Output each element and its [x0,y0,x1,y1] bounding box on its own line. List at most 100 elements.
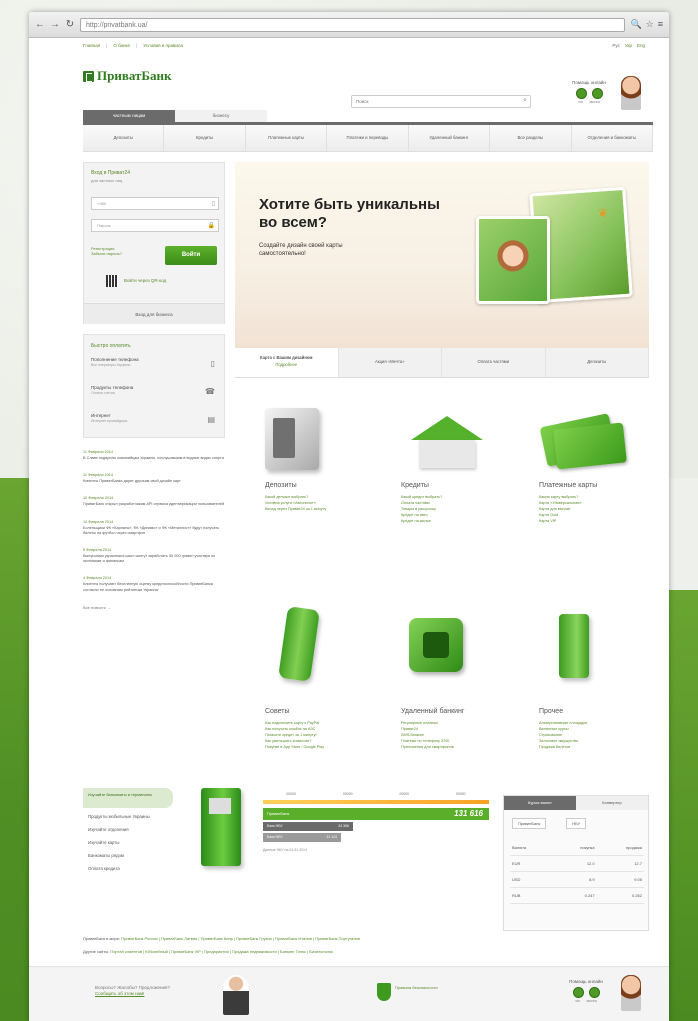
product-link[interactable]: Продажа билетов [539,744,649,750]
consultant-avatar[interactable] [621,76,641,110]
lang-ru[interactable]: Рус [612,43,619,48]
menu-icon[interactable]: ≡ [658,19,663,30]
table-header: Валюта покупка продажа [510,840,644,856]
atm-link[interactable]: Продукты мобильные Украины [88,814,150,819]
safe-icon[interactable] [265,408,319,470]
nav-item-deposits[interactable]: Депозиты [83,125,165,151]
top-link-home[interactable]: Главная [83,43,100,48]
chat-icon[interactable] [572,987,584,998]
nav-item-cards[interactable]: Платежные карты [246,125,328,151]
tab-business[interactable]: бизнесу [175,110,267,122]
product-link[interactable]: Покупки в App Store / Google Play [265,744,375,750]
news-item[interactable]: 10 Февраля 2014 ПриватБанк открыл разраб… [83,496,225,507]
browser-window: ← → ↻ http://privatbank.ua/ 🔍 ☆ ≡ Главна… [29,12,669,1021]
shield-icon[interactable] [377,983,391,1001]
quick-pay-item[interactable]: Пополнение телефона Все операторы Украин… [91,357,219,381]
product-link[interactable]: Кредит на жилье [401,518,511,524]
banner-tab-more-link[interactable]: Подробнее [235,362,338,367]
nav-item-payments[interactable]: Платежи и переводы [327,125,409,151]
banner-tab-promo[interactable]: Акция «Мечта» [339,348,442,377]
login-button[interactable]: Войти [165,246,217,265]
password-field[interactable]: Пароль 🔒 [91,219,219,232]
nav-item-branches[interactable]: Отделения и банкоматы [572,125,653,151]
news-text: Выпускники украинских школ смогут зарабо… [83,554,216,564]
forward-icon[interactable]: → [50,19,60,30]
product-link[interactable]: Вклад через Приват24 за 1 минуту [265,506,375,512]
search-input[interactable] [352,96,512,107]
all-news-link[interactable]: Все новости → [83,605,225,610]
quick-pay-item[interactable]: Продукты телефона Оплата счетов ☎ [91,385,219,409]
security-rules-link[interactable]: Правила безопасности [395,985,438,990]
mobile-icon: ▯ [210,359,215,368]
rating-bar: Банк НБУ 24 306 [263,822,353,831]
tab-converter[interactable]: Конвертер [576,796,648,810]
quick-pay-item[interactable]: Интернет Интернет-провайдеры ▤ [91,413,219,437]
news-date: 11 Февраля 2014 [83,473,114,478]
terminal-icon[interactable] [409,618,463,672]
forgot-password-link[interactable]: Регистрация Забыли пароль? [91,246,129,256]
currency-code: USD [510,871,553,888]
qr-login-link[interactable]: Войти через QR-код [124,278,166,283]
footer-links-sites[interactable]: Портал клиентов | Юбилейный | ПриватБанк… [110,949,333,954]
banner-tab-custom-card[interactable]: Карта с Вашим дизайном Подробнее [235,348,339,377]
logo[interactable]: ПриватБанк [83,68,171,84]
lang-en[interactable]: Eng [637,43,645,48]
footer-links-world[interactable]: ПриватБанк Россия | ПриватБанк Латвия | … [121,936,360,941]
product-title[interactable]: Кредиты [401,482,511,489]
tab-rates[interactable]: Курсы валют [504,796,576,810]
news-text: В Славе подарили олимпийцам Украины, пос… [83,456,224,460]
consultant-avatar[interactable] [621,975,641,1011]
top-link-about[interactable]: О банке [113,43,130,48]
nav-item-credits[interactable]: Кредиты [164,125,246,151]
table-row: EUR 12.0 12.7 [510,855,644,872]
news-item[interactable]: 11 Февраля 2014 Клиенты ПриватБанка даря… [83,473,225,484]
phone-icon[interactable] [588,987,600,998]
wallet-icon[interactable] [278,606,320,682]
news-item[interactable]: 10 Февраля 2014 Болельщики ФК «Карпаты»,… [83,520,225,536]
search-icon[interactable]: 🔍 [630,19,641,30]
top-link-rules[interactable]: Условия и правила [143,43,183,48]
product-cards: Платежные карты Какую карту выбрать? Кар… [539,402,649,524]
folder-icon[interactable] [559,614,589,678]
phone-field[interactable]: +380 ▯ [91,197,219,210]
buy-rate: 12.0 [553,855,597,872]
rate-source-nbu[interactable]: НБУ [566,818,587,829]
product-title[interactable]: Депозиты [265,482,375,489]
star-icon[interactable]: ☆ [646,19,654,30]
credit-cards-icon[interactable] [539,406,627,470]
nav-item-remote[interactable]: Удаленный банкинг [409,125,491,151]
atm-link[interactable]: Банкоматы рядом [88,853,150,858]
product-title[interactable]: Прочее [539,708,649,715]
banner-text: Создайте дизайн своей карты самостоятель… [259,243,343,257]
product-title[interactable]: Платежные карты [539,482,649,489]
back-icon[interactable]: ← [35,19,45,30]
scale-line [263,800,489,804]
promo-banner[interactable]: Хотите быть уникальны во всем? Создайте … [235,162,649,348]
news-item[interactable]: 4 Февраля 2014 Клиенты получают бесплатн… [83,576,225,592]
lang-ua[interactable]: Укр [625,43,632,48]
product-title[interactable]: Удаленный банкинг [401,708,511,715]
business-login-button[interactable]: Вход для бизнеса [84,303,224,324]
atm-link[interactable]: Изучайте карты [88,840,150,845]
news-item[interactable]: 5 Февраля 2014 Выпускники украинских шко… [83,548,225,564]
search-icon[interactable]: ⌕ [523,97,527,105]
feedback-link[interactable]: Сообщить об этом нам! [95,991,144,996]
house-icon[interactable] [411,416,483,468]
news-item[interactable]: 11 Февраля 2014 В Славе подарили олимпий… [83,450,225,461]
banner-tab-installments[interactable]: Оплата частями [442,348,546,377]
phone-icon[interactable] [591,88,603,99]
chat-icon[interactable] [575,88,587,99]
tab-private[interactable]: частным лицам [83,110,175,122]
nav-item-all[interactable]: Все разделы [490,125,572,151]
product-link[interactable]: Приложения для смартфонов [401,744,511,750]
banner-tab-deposits[interactable]: Депозиты [546,348,649,377]
rate-source-privatbank[interactable]: ПриватБанк [512,818,547,829]
product-title[interactable]: Советы [265,708,375,715]
reload-icon[interactable]: ↻ [65,19,75,30]
product-link[interactable]: Карта VIP [539,518,649,524]
atm-heading[interactable]: Изучайте банкоматы и терминалы [83,788,173,808]
atm-link[interactable]: Оплата кредита [88,866,150,871]
atm-link[interactable]: Изучайте отделения [88,827,150,832]
qr-code-icon[interactable] [106,275,118,287]
address-bar[interactable]: http://privatbank.ua/ [80,17,626,32]
